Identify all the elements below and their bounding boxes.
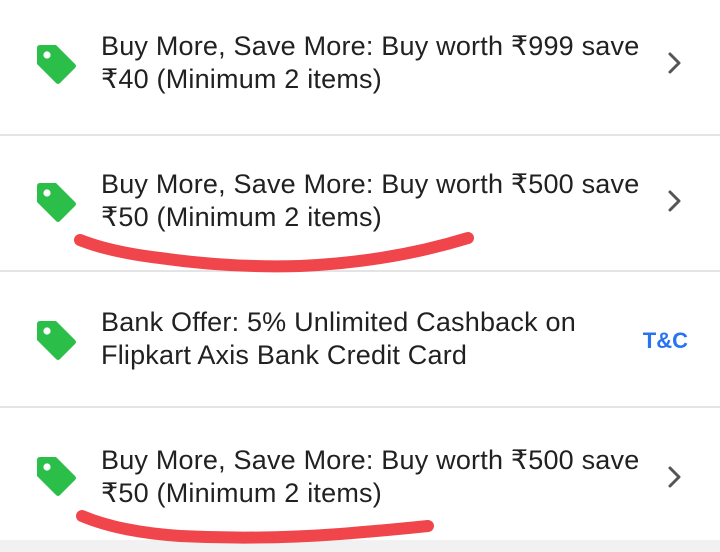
offer-line-1: Buy More, Save More: Buy worth ₹500 save <box>101 445 640 475</box>
bottom-divider <box>0 540 720 552</box>
offer-row[interactable]: Bank Offer: 5% Unlimited Cashback on Fli… <box>0 272 720 408</box>
offer-line-1: Buy More, Save More: Buy worth ₹999 save <box>101 31 640 61</box>
chevron-right-icon[interactable] <box>664 48 686 78</box>
tag-icon <box>34 318 78 362</box>
chevron-right-icon[interactable] <box>664 462 686 492</box>
offer-text: Bank Offer: 5% Unlimited Cashback on Fli… <box>101 306 646 372</box>
terms-and-conditions-link[interactable]: T&C <box>643 328 688 354</box>
offer-text: Buy More, Save More: Buy worth ₹500 save… <box>101 168 646 234</box>
offer-line-1: Bank Offer: 5% Unlimited Cashback on <box>101 307 576 337</box>
offer-line-2: ₹50 (Minimum 2 items) <box>101 478 382 508</box>
tag-icon <box>34 454 78 498</box>
offer-row[interactable]: Buy More, Save More: Buy worth ₹500 save… <box>0 136 720 272</box>
offer-text: Buy More, Save More: Buy worth ₹999 save… <box>101 30 646 96</box>
offer-line-2: Flipkart Axis Bank Credit Card <box>101 340 468 370</box>
tag-icon <box>34 42 78 86</box>
offer-line-2: ₹50 (Minimum 2 items) <box>101 202 382 232</box>
offer-line-2: ₹40 (Minimum 2 items) <box>101 64 382 94</box>
offer-text: Buy More, Save More: Buy worth ₹500 save… <box>101 444 646 510</box>
offer-row[interactable]: Buy More, Save More: Buy worth ₹999 save… <box>0 0 720 136</box>
chevron-right-icon[interactable] <box>664 186 686 216</box>
offer-row[interactable]: Buy More, Save More: Buy worth ₹500 save… <box>0 408 720 548</box>
offer-list: Buy More, Save More: Buy worth ₹999 save… <box>0 0 720 548</box>
offer-line-1: Buy More, Save More: Buy worth ₹500 save <box>101 169 640 199</box>
tag-icon <box>34 180 78 224</box>
